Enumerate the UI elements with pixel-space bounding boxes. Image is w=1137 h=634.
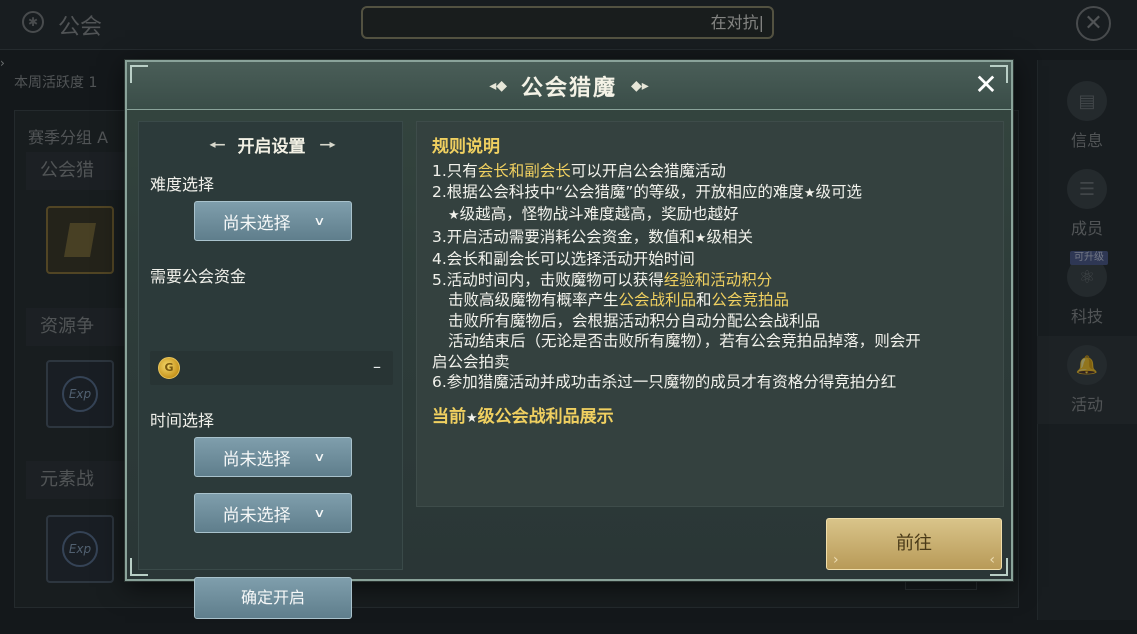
ornament-right-icon: ◆▸ (631, 78, 649, 94)
modal-title-bar: ◂◆ 公会猎魔 ◆▸ (127, 62, 1011, 110)
funds-label: 需要公会资金 (150, 267, 247, 286)
modal-close-button[interactable]: ✕ (971, 70, 1001, 100)
star-icon: ★ (466, 411, 478, 426)
rule-line-5-sub-2: 击败所有魔物后，会根据活动积分自动分配公会战利品 (448, 311, 821, 330)
modal-title: 公会猎魔 (520, 76, 617, 101)
funds-value: – (373, 357, 381, 376)
coin-icon: G (158, 357, 180, 379)
time-dropdown-1[interactable]: 尚未选择 ∨ (194, 437, 352, 477)
button-ornament-right-icon: ‹ (989, 552, 995, 568)
rules-panel: 规则说明 1.只有会长和副会长可以开启公会猎魔活动 2.根据公会科技中“公会猎魔… (416, 121, 1004, 507)
settings-header: ◂— 开启设置 —▸ (139, 132, 404, 157)
time-label: 时间选择 (150, 411, 215, 430)
chevron-down-icon: ∨ (312, 450, 326, 464)
funds-display: G – (150, 351, 393, 385)
rule-line-2-sub: ★级越高，怪物战斗难度越高，奖励也越好 (448, 205, 739, 223)
rule-line-5-sub-1: 击败高级魔物有概率产生公会战利品和公会竞拍品 (448, 291, 790, 309)
settings-header-label: 开启设置 (237, 136, 306, 157)
chevron-down-icon: ∨ (312, 506, 326, 520)
difficulty-value: 尚未选择 (222, 213, 291, 234)
difficulty-dropdown[interactable]: 尚未选择 ∨ (194, 201, 352, 241)
rule-line-5: 5.活动时间内，击败魔物可以获得经验和活动积分 (432, 270, 773, 289)
rule-line-2: 2.根据公会科技中“公会猎魔”的等级，开放相应的难度★级可选 (432, 182, 863, 201)
rules-text: 1.只有会长和副会长可以开启公会猎魔活动 2.根据公会科技中“公会猎魔”的等级，… (432, 161, 998, 393)
rule-line-5-sub-4: 启公会拍卖 (432, 352, 510, 371)
time-dropdown-2[interactable]: 尚未选择 ∨ (194, 493, 352, 533)
ornament-left-icon: ◂◆ (489, 78, 507, 94)
rules-title: 规则说明 (432, 137, 500, 157)
chevron-down-icon: ∨ (312, 214, 326, 228)
rule-line-4: 4.会长和副会长可以选择活动开始时间 (432, 250, 695, 268)
arrow-right-icon: —▸ (319, 137, 336, 151)
time-value-2: 尚未选择 (222, 505, 291, 526)
rule-line-3: 3.开启活动需要消耗公会资金，数值和★级相关 (432, 227, 753, 246)
guild-hunt-modal: ◂◆ 公会猎魔 ◆▸ ✕ ◂— 开启设置 —▸ 难度选择 尚未选择 ∨ 需要公会… (125, 60, 1013, 619)
rule-line-6: 6.参加猎魔活动并成功击杀过一只魔物的成员才有资格分得竞拍分红 (432, 373, 897, 391)
star-icon: ★ (803, 185, 816, 201)
button-ornament-left-icon: › (833, 552, 839, 568)
rule-line-5-sub-3: 活动结束后（无论是否击败所有魔物），若有公会竞拍品掉落，则会开 (448, 332, 921, 350)
go-button[interactable]: › 前往 ‹ (826, 518, 1002, 570)
confirm-open-button[interactable]: 确定开启 (194, 577, 352, 619)
difficulty-label: 难度选择 (150, 175, 215, 194)
star-icon: ★ (448, 208, 460, 223)
go-button-label: 前往 (896, 533, 932, 554)
open-settings-panel: ◂— 开启设置 —▸ 难度选择 尚未选择 ∨ 需要公会资金 G – 时间选择 尚… (138, 121, 404, 619)
arrow-left-icon: ◂— (209, 137, 225, 151)
rule-line-1: 1.只有会长和副会长可以开启公会猎魔活动 (432, 162, 726, 180)
loot-display-title: 当前★级公会战利品展示 (432, 407, 614, 427)
star-icon: ★ (694, 230, 707, 246)
time-value-1: 尚未选择 (222, 449, 291, 470)
